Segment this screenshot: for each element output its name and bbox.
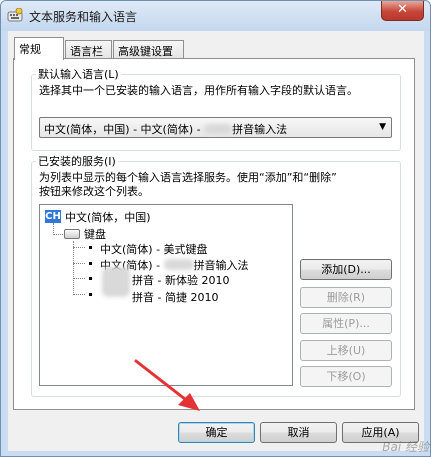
tree-item-us-keyboard[interactable]: 中文(简体) - 美式键盘 [100,241,208,257]
ok-button[interactable]: 确定 [178,422,255,443]
tab-advanced-keys[interactable]: 高级键设置 [113,40,184,59]
default-language-legend: 默认输入语言(L) [38,68,119,81]
chevron-down-icon: ▼ [379,122,386,132]
tab-language-bar[interactable]: 语言栏 [65,40,112,59]
tree-item-pinyin-new[interactable]: 拼音 - 新体验 2010 [132,272,229,288]
default-language-description: 选择其中一个已安装的输入语言，用作所有输入字段的默认语言。 [39,84,358,97]
tree-node-keyboard[interactable]: 键盘 [84,226,106,242]
tab-general[interactable]: 常规 [14,37,64,60]
default-language-select[interactable]: 中文(简体，中国) - 中文(简体) - 拼音输入法 ▼ [39,117,392,138]
default-language-group: 默认输入语言(L) [31,66,401,151]
installed-services-description-1: 为列表中显示的每个输入语言选择服务。使用“添加”和“删除” [39,171,337,184]
remove-button[interactable]: 删除(R) [300,287,392,308]
tab-advanced-keys-label: 高级键设置 [118,45,173,58]
properties-button[interactable]: 属性(P)... [300,313,392,334]
tab-language-bar-label: 语言栏 [70,45,103,58]
cancel-button[interactable]: 取消 [260,422,337,443]
default-language-selected: 中文(简体，中国) - 中文(简体) - 拼音输入法 [44,123,288,136]
tab-general-label: 常规 [19,43,41,56]
title-bar[interactable]: 文本服务和输入语言 ✕ [1,1,430,31]
close-button[interactable]: ✕ [381,1,424,21]
annotation-arrow-icon [134,359,200,411]
language-badge: CH [45,210,61,223]
keyboard-icon [64,229,80,239]
installed-services-legend: 已安装的服务(I) [38,155,116,168]
window-title: 文本服务和输入语言 [29,10,138,24]
keyboard-globe-icon [7,8,23,22]
move-up-button[interactable]: 上移(U) [300,340,392,361]
installed-services-description-2: 按钮来修改这个列表。 [39,185,149,198]
tree-node-language[interactable]: 中文(简体，中国) [65,209,151,225]
tree-item-pinyin-simple[interactable]: 拼音 - 简捷 2010 [132,289,218,305]
add-button[interactable]: 添加(D)... [300,259,392,280]
watermark-icon: Bai 经验 [382,440,429,454]
move-down-button[interactable]: 下移(O) [300,366,392,387]
